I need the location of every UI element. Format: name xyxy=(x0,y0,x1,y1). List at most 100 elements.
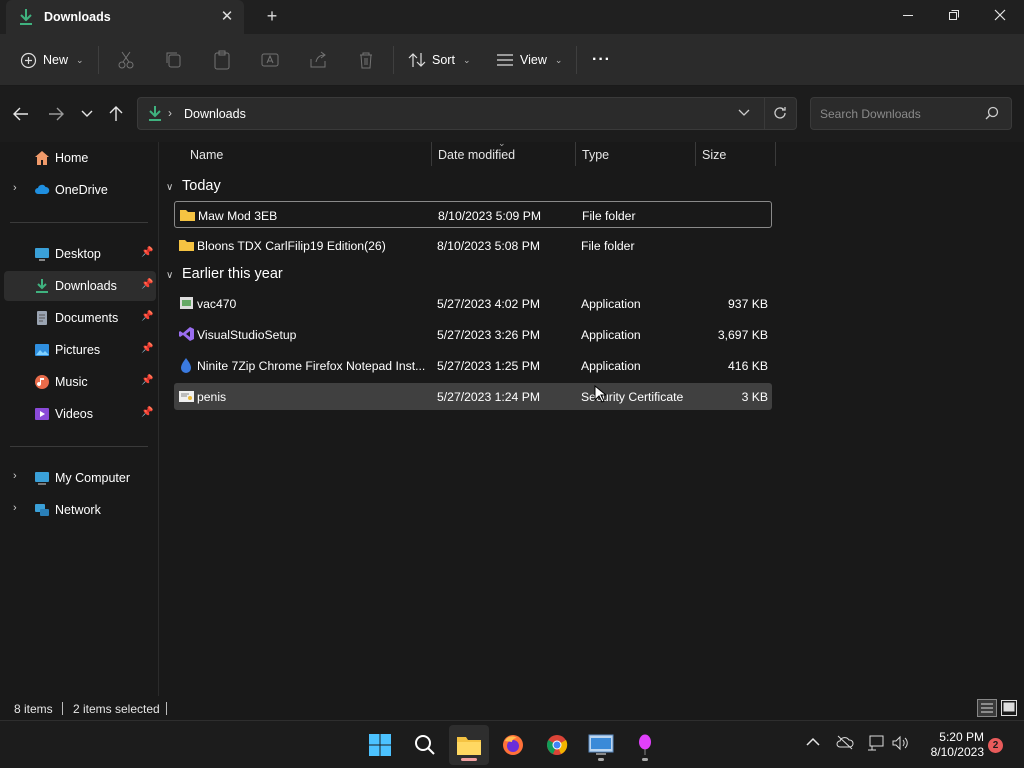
item-count: 8 items xyxy=(14,702,53,716)
pin-icon[interactable]: 📌 xyxy=(141,407,153,418)
file-row[interactable]: vac470 5/27/2023 4:02 PM Application 937… xyxy=(174,290,772,317)
sort-button[interactable]: Sort ⌄ xyxy=(408,48,470,72)
share-icon[interactable] xyxy=(307,49,329,71)
recent-locations-chevron-icon[interactable] xyxy=(77,104,97,124)
tiles-view-icon[interactable] xyxy=(1000,699,1018,720)
show-hidden-icons-chevron-icon[interactable] xyxy=(806,736,820,750)
pin-icon[interactable]: 📌 xyxy=(141,279,153,290)
close-window-button[interactable] xyxy=(977,0,1023,30)
windows-logo-icon xyxy=(369,734,391,756)
download-icon xyxy=(18,8,34,29)
firefox-taskbar-button[interactable] xyxy=(493,725,533,765)
search-placeholder: Search Downloads xyxy=(820,107,921,121)
sidebar-item-onedrive[interactable]: › OneDrive xyxy=(4,175,156,205)
sidebar-item-videos[interactable]: Videos 📌 xyxy=(4,399,156,429)
sidebar-item-desktop[interactable]: Desktop 📌 xyxy=(4,239,156,269)
file-type: Application xyxy=(581,297,641,311)
column-divider[interactable] xyxy=(695,142,696,166)
more-options-button[interactable]: ··· xyxy=(592,48,611,72)
explorer-tab[interactable]: Downloads ✕ xyxy=(6,0,244,34)
chevron-right-icon[interactable]: › xyxy=(13,470,17,482)
back-arrow-icon[interactable] xyxy=(11,104,31,124)
file-size: 3,697 KB xyxy=(717,328,768,342)
file-row[interactable]: VisualStudioSetup 5/27/2023 3:26 PM Appl… xyxy=(174,321,772,348)
search-box[interactable]: Search Downloads xyxy=(810,97,1012,130)
chevron-right-icon[interactable]: › xyxy=(13,502,17,514)
sidebar-item-music[interactable]: Music 📌 xyxy=(4,367,156,397)
forward-arrow-icon[interactable] xyxy=(46,104,66,124)
running-indicator xyxy=(642,758,648,761)
breadcrumb-downloads[interactable]: Downloads xyxy=(184,107,246,121)
maximize-button[interactable] xyxy=(931,0,977,30)
search-taskbar-button[interactable] xyxy=(405,725,445,765)
sidebar-label: Downloads xyxy=(55,279,117,293)
notification-badge[interactable]: 2 xyxy=(988,738,1003,753)
pin-icon[interactable]: 📌 xyxy=(141,247,153,258)
sidebar-item-documents[interactable]: Documents 📌 xyxy=(4,303,156,333)
minimize-button[interactable] xyxy=(885,0,931,30)
column-header-date[interactable]: Date modified xyxy=(438,148,515,172)
column-header-type[interactable]: Type xyxy=(582,148,609,172)
column-divider[interactable] xyxy=(775,142,776,166)
clock[interactable]: 5:20 PM 8/10/2023 xyxy=(916,730,984,760)
chevron-right-icon[interactable]: › xyxy=(13,182,17,194)
view-button[interactable]: View ⌄ xyxy=(496,48,562,72)
app-taskbar-button[interactable] xyxy=(581,725,621,765)
file-size: 937 KB xyxy=(728,297,768,311)
column-divider[interactable] xyxy=(431,142,432,166)
group-header-earlier[interactable]: ∨ Earlier this year xyxy=(166,266,283,282)
column-header-size[interactable]: Size xyxy=(702,148,726,172)
breadcrumb-chevron-icon[interactable]: › xyxy=(168,106,172,120)
sidebar-item-my-computer[interactable]: › My Computer xyxy=(4,463,156,493)
pin-icon[interactable]: 📌 xyxy=(141,343,153,354)
chevron-down-icon: ⌄ xyxy=(554,54,563,65)
new-button[interactable]: New ⌄ xyxy=(20,48,84,72)
sidebar-item-network[interactable]: › Network xyxy=(4,495,156,525)
sidebar-label: Music xyxy=(55,375,88,389)
mouse-cursor-icon xyxy=(594,385,606,403)
chevron-down-icon[interactable] xyxy=(738,106,750,120)
file-row[interactable]: Ninite 7Zip Chrome Firefox Notepad Inst.… xyxy=(174,352,772,379)
cut-icon[interactable] xyxy=(115,49,137,71)
new-tab-button[interactable]: + xyxy=(262,6,282,26)
sidebar-label: Desktop xyxy=(55,247,101,261)
sidebar-label: Videos xyxy=(55,407,93,421)
onedrive-offline-icon[interactable] xyxy=(836,734,854,753)
sidebar-item-downloads[interactable]: Downloads 📌 xyxy=(4,271,156,301)
column-divider[interactable] xyxy=(575,142,576,166)
network-icon[interactable] xyxy=(867,734,885,755)
file-name: Maw Mod 3EB xyxy=(198,209,278,223)
file-row[interactable]: Bloons TDX CarlFilip19 Edition(26) 8/10/… xyxy=(174,232,772,259)
refresh-icon[interactable] xyxy=(772,105,788,124)
divider xyxy=(764,98,765,129)
chrome-taskbar-button[interactable] xyxy=(537,725,577,765)
running-indicator xyxy=(598,758,604,761)
copy-icon[interactable] xyxy=(163,49,185,71)
address-bar[interactable]: › Downloads xyxy=(137,97,797,130)
file-row[interactable]: penis 5/27/2023 1:24 PM Security Certifi… xyxy=(174,383,772,410)
up-arrow-icon[interactable] xyxy=(106,104,126,124)
sidebar-item-pictures[interactable]: Pictures 📌 xyxy=(4,335,156,365)
delete-icon[interactable] xyxy=(355,49,377,71)
tab-title: Downloads xyxy=(44,10,111,24)
home-icon xyxy=(35,151,49,165)
close-tab-icon[interactable]: ✕ xyxy=(218,8,236,26)
pin-icon[interactable]: 📌 xyxy=(141,375,153,386)
file-row[interactable]: Maw Mod 3EB 8/10/2023 5:09 PM File folde… xyxy=(174,201,772,228)
pin-icon[interactable]: 📌 xyxy=(141,311,153,322)
video-icon xyxy=(35,408,49,420)
start-button[interactable] xyxy=(360,725,400,765)
volume-icon[interactable] xyxy=(891,734,909,755)
new-label: New xyxy=(43,53,69,67)
column-header-name[interactable]: Name xyxy=(190,148,223,172)
search-icon[interactable] xyxy=(985,106,999,123)
details-view-icon[interactable] xyxy=(977,699,997,720)
group-header-today[interactable]: ∨ Today xyxy=(166,178,221,194)
paste-icon[interactable] xyxy=(211,49,233,71)
balloon-app-taskbar-button[interactable] xyxy=(625,725,665,765)
rename-icon[interactable] xyxy=(259,49,281,71)
cloud-icon xyxy=(35,184,50,194)
app-window-icon xyxy=(588,734,614,755)
file-explorer-taskbar-button[interactable] xyxy=(449,725,489,765)
sidebar-item-home[interactable]: Home xyxy=(4,143,156,173)
